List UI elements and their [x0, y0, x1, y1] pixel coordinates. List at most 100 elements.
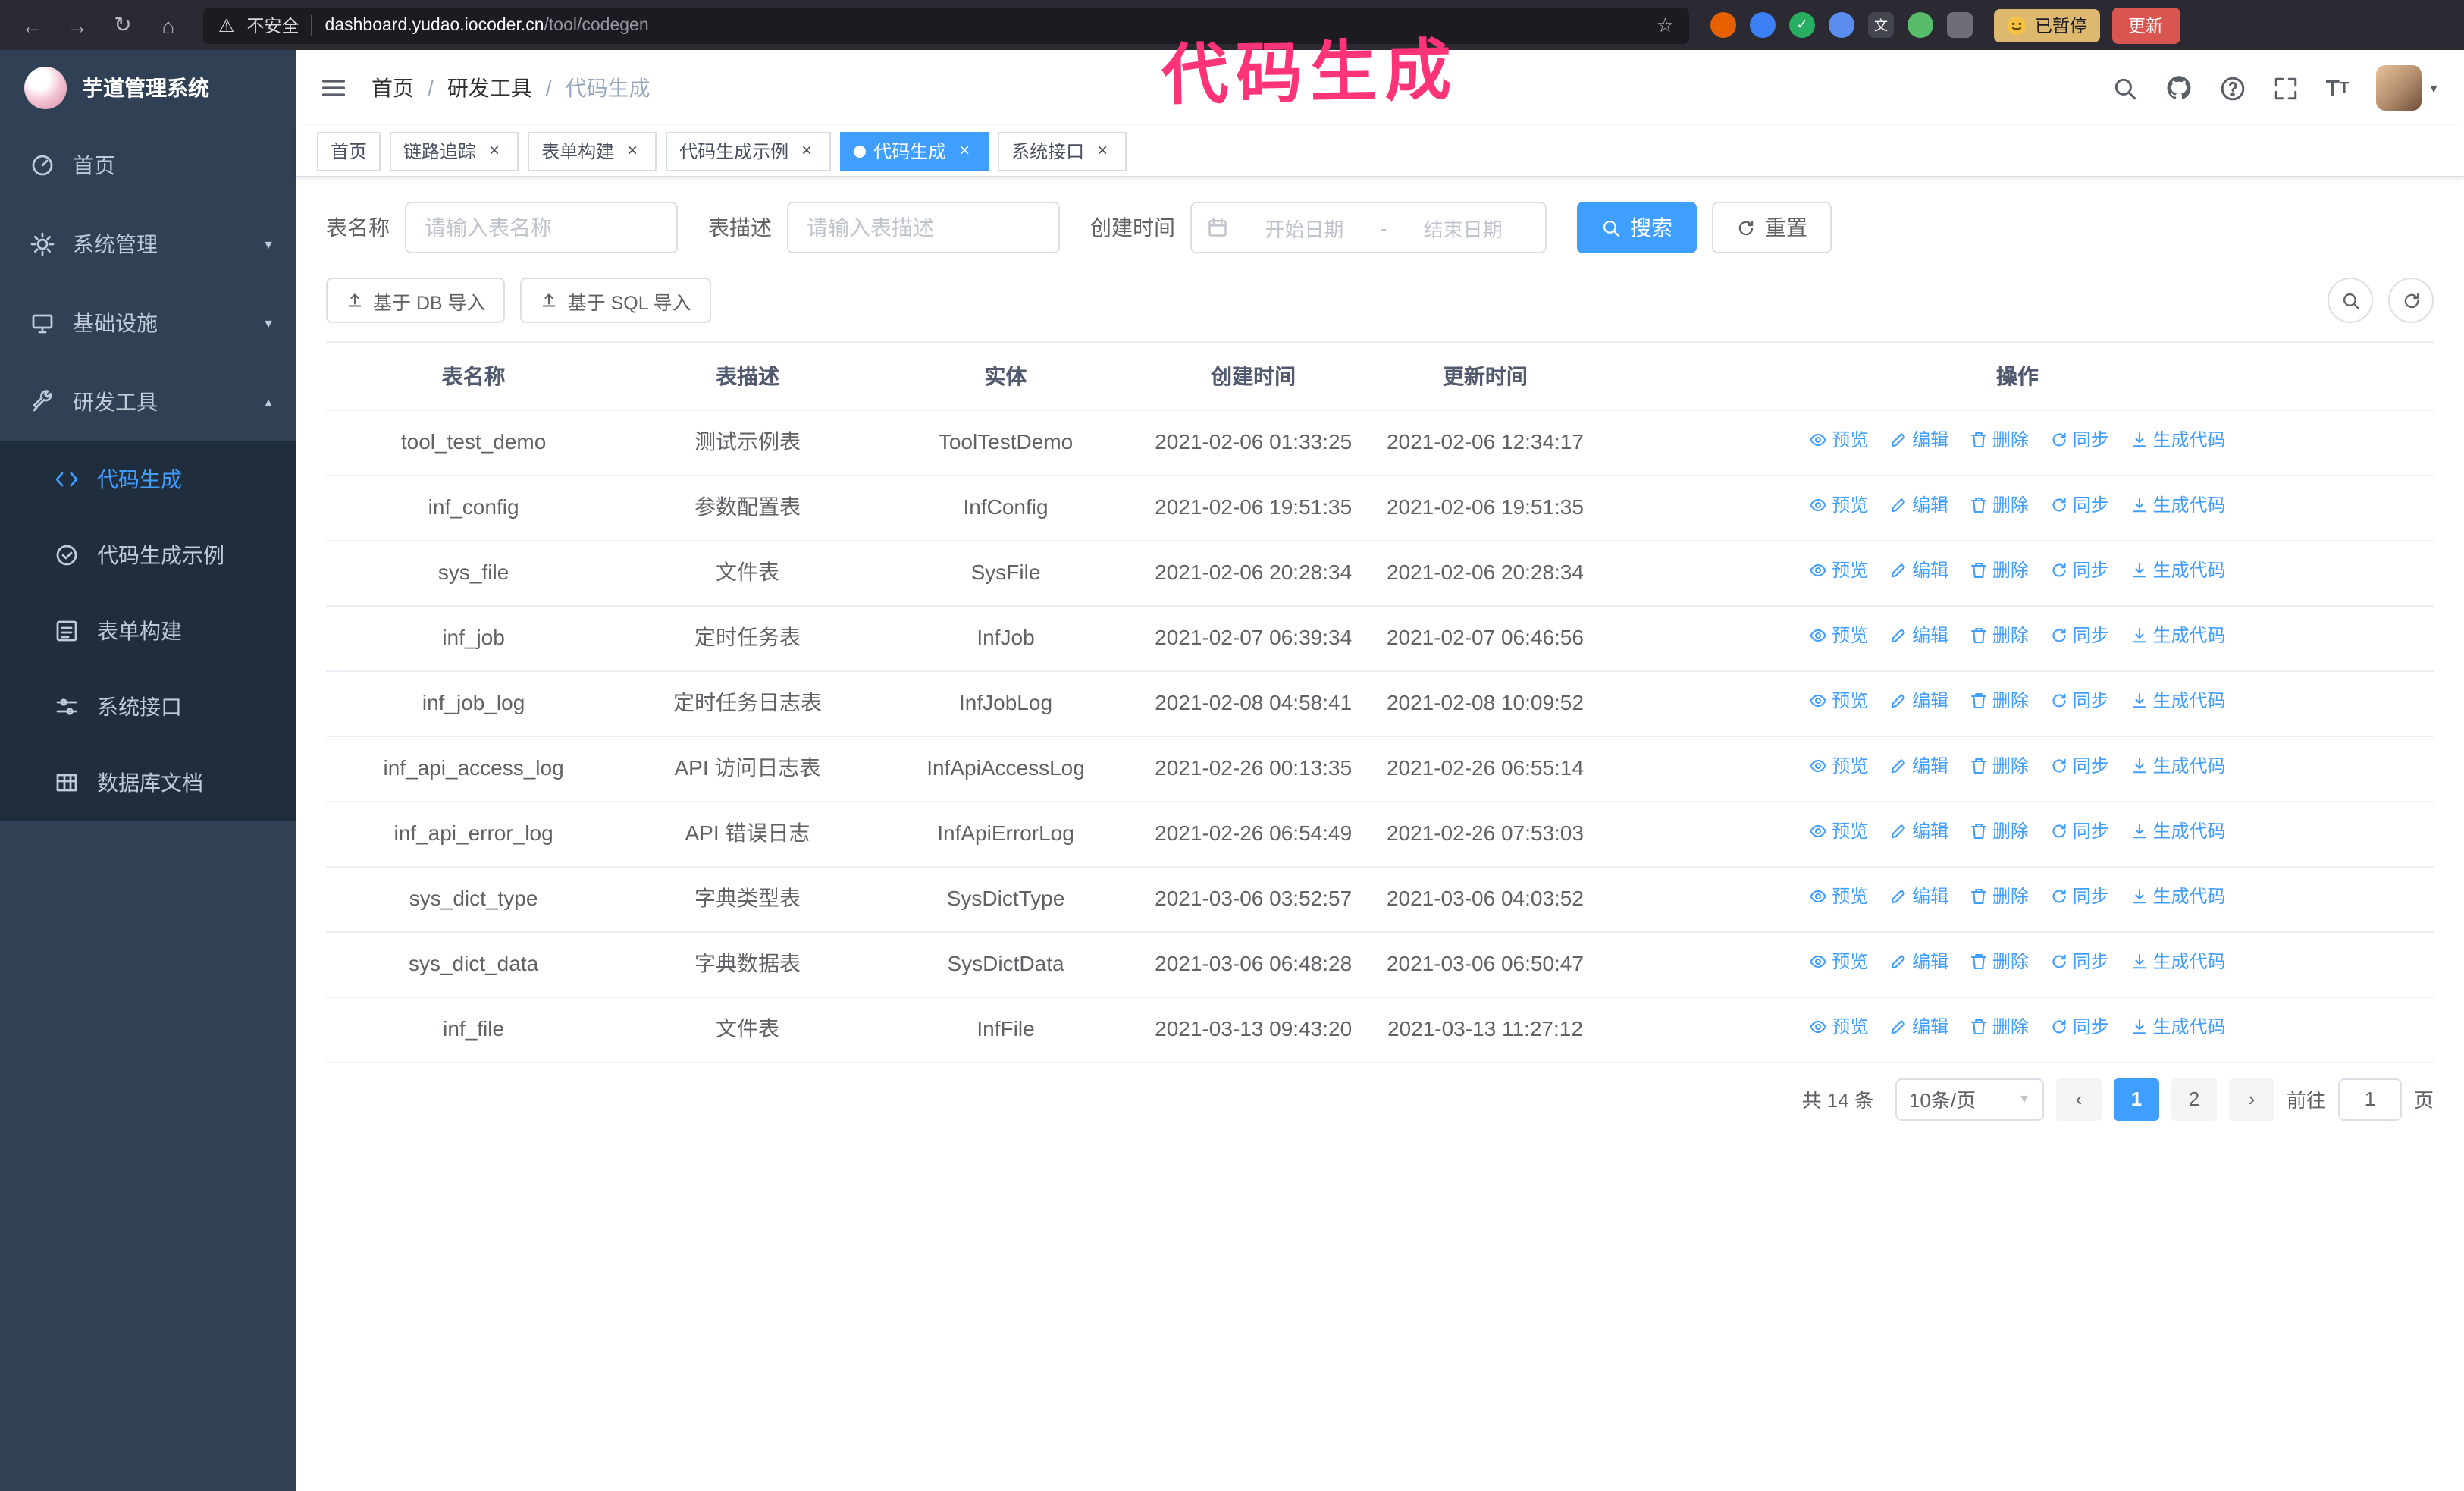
sync-link[interactable]: 同步: [2050, 818, 2109, 846]
tab-form-builder[interactable]: 表单构建 ×: [528, 131, 657, 171]
sync-link[interactable]: 同步: [2050, 622, 2109, 650]
home-button[interactable]: ⌂: [152, 8, 185, 42]
sync-link[interactable]: 同步: [2050, 948, 2109, 976]
generate-code-link[interactable]: 生成代码: [2130, 687, 2226, 715]
sidebar-item-devtools[interactable]: 研发工具 ▲: [0, 363, 296, 441]
preview-link[interactable]: 预览: [1809, 948, 1868, 976]
table-name-input[interactable]: [405, 202, 678, 253]
preview-link[interactable]: 预览: [1809, 1013, 1868, 1041]
preview-link[interactable]: 预览: [1809, 622, 1868, 650]
generate-code-link[interactable]: 生成代码: [2130, 557, 2226, 585]
tab-close-icon[interactable]: ×: [1092, 140, 1113, 162]
reload-button[interactable]: ↻: [106, 8, 140, 42]
delete-link[interactable]: 删除: [1970, 557, 2029, 585]
import-db-button[interactable]: 基于 DB 导入: [326, 278, 506, 323]
delete-link[interactable]: 删除: [1970, 491, 2029, 519]
extension-puzzle-icon[interactable]: [1947, 12, 1973, 38]
address-bar[interactable]: ⚠ 不安全 dashboard.yudao.iocoder.cn/tool/co…: [203, 7, 1689, 43]
sidebar-item-home[interactable]: 首页: [0, 126, 296, 205]
paused-badge[interactable]: 已暂停: [1994, 8, 2099, 42]
extension-translate-icon[interactable]: 文: [1868, 12, 1894, 38]
sync-link[interactable]: 同步: [2050, 1013, 2109, 1041]
page-size-select[interactable]: 10条/页 ▼: [1895, 1078, 2044, 1121]
reset-button[interactable]: 重置: [1712, 202, 1832, 253]
table-desc-input[interactable]: [787, 202, 1060, 253]
extension-leaf-icon[interactable]: [1908, 12, 1933, 38]
font-size-icon[interactable]: TT: [2326, 75, 2350, 101]
sidebar-collapse-button[interactable]: [320, 74, 347, 102]
back-button[interactable]: ←: [15, 8, 49, 42]
delete-link[interactable]: 删除: [1970, 687, 2029, 715]
delete-link[interactable]: 删除: [1970, 622, 2029, 650]
sidebar-item-system-api[interactable]: 系统接口: [0, 669, 296, 745]
tab-close-icon[interactable]: ×: [622, 140, 643, 162]
sidebar-item-infra[interactable]: 基础设施 ▼: [0, 284, 296, 363]
extension-drop-icon[interactable]: [1750, 12, 1776, 38]
breadcrumb-home[interactable]: 首页: [371, 73, 414, 103]
delete-link[interactable]: 删除: [1970, 752, 2029, 780]
import-sql-button[interactable]: 基于 SQL 导入: [520, 278, 711, 323]
edit-link[interactable]: 编辑: [1889, 687, 1948, 715]
help-icon[interactable]: [2220, 75, 2246, 101]
app-logo[interactable]: 芋道管理系统: [0, 50, 296, 126]
edit-link[interactable]: 编辑: [1889, 948, 1948, 976]
generate-code-link[interactable]: 生成代码: [2130, 948, 2226, 976]
goto-page-input[interactable]: [2337, 1078, 2402, 1121]
delete-link[interactable]: 删除: [1970, 948, 2029, 976]
preview-link[interactable]: 预览: [1809, 752, 1868, 780]
delete-link[interactable]: 删除: [1970, 426, 2029, 454]
sidebar-item-form-builder[interactable]: 表单构建: [0, 593, 296, 669]
fullscreen-icon[interactable]: [2273, 75, 2299, 101]
user-avatar[interactable]: ▼: [2376, 65, 2440, 111]
refresh-table-button[interactable]: [2388, 278, 2434, 323]
generate-code-link[interactable]: 生成代码: [2130, 491, 2226, 519]
preview-link[interactable]: 预览: [1809, 491, 1868, 519]
delete-link[interactable]: 删除: [1970, 818, 2029, 846]
date-range-input[interactable]: 开始日期 - 结束日期: [1190, 202, 1547, 253]
preview-link[interactable]: 预览: [1809, 883, 1868, 911]
tab-system-api[interactable]: 系统接口 ×: [998, 131, 1127, 171]
sidebar-item-codegen-example[interactable]: 代码生成示例: [0, 517, 296, 593]
breadcrumb-devtools[interactable]: 研发工具: [447, 73, 532, 103]
sidebar-item-system[interactable]: 系统管理 ▼: [0, 205, 296, 284]
generate-code-link[interactable]: 生成代码: [2130, 752, 2226, 780]
generate-code-link[interactable]: 生成代码: [2130, 622, 2226, 650]
github-icon[interactable]: [2165, 74, 2193, 102]
sync-link[interactable]: 同步: [2050, 883, 2109, 911]
extension-people-icon[interactable]: [1829, 12, 1854, 38]
tab-close-icon[interactable]: ×: [796, 140, 817, 162]
preview-link[interactable]: 预览: [1809, 426, 1868, 454]
tab-codegen[interactable]: 代码生成 ×: [840, 131, 989, 171]
delete-link[interactable]: 删除: [1970, 1013, 2029, 1041]
sync-link[interactable]: 同步: [2050, 426, 2109, 454]
extension-fox-icon[interactable]: [1710, 12, 1736, 38]
page-button-2[interactable]: 2: [2171, 1078, 2217, 1121]
next-page-button[interactable]: ›: [2228, 1078, 2274, 1121]
tab-codegen-example[interactable]: 代码生成示例 ×: [666, 131, 832, 171]
edit-link[interactable]: 编辑: [1889, 426, 1948, 454]
sync-link[interactable]: 同步: [2050, 557, 2109, 585]
tab-close-icon[interactable]: ×: [484, 140, 505, 162]
forward-button[interactable]: →: [61, 8, 94, 42]
sidebar-item-db-docs[interactable]: 数据库文档: [0, 745, 296, 821]
tab-tracing[interactable]: 链路追踪 ×: [390, 131, 519, 171]
edit-link[interactable]: 编辑: [1889, 752, 1948, 780]
generate-code-link[interactable]: 生成代码: [2130, 883, 2226, 911]
sidebar-item-codegen[interactable]: 代码生成: [0, 441, 296, 517]
edit-link[interactable]: 编辑: [1889, 818, 1948, 846]
generate-code-link[interactable]: 生成代码: [2130, 1013, 2226, 1041]
preview-link[interactable]: 预览: [1809, 818, 1868, 846]
edit-link[interactable]: 编辑: [1889, 557, 1948, 585]
edit-link[interactable]: 编辑: [1889, 622, 1948, 650]
extension-check-icon[interactable]: ✓: [1789, 12, 1815, 38]
bookmark-star-icon[interactable]: ☆: [1657, 13, 1674, 37]
edit-link[interactable]: 编辑: [1889, 491, 1948, 519]
tab-home[interactable]: 首页: [317, 131, 381, 171]
update-button[interactable]: 更新: [2111, 7, 2180, 43]
tab-close-icon[interactable]: ×: [954, 140, 975, 162]
edit-link[interactable]: 编辑: [1889, 883, 1948, 911]
generate-code-link[interactable]: 生成代码: [2130, 426, 2226, 454]
show-search-button[interactable]: [2328, 278, 2373, 323]
search-icon[interactable]: [2112, 75, 2138, 101]
generate-code-link[interactable]: 生成代码: [2130, 818, 2226, 846]
